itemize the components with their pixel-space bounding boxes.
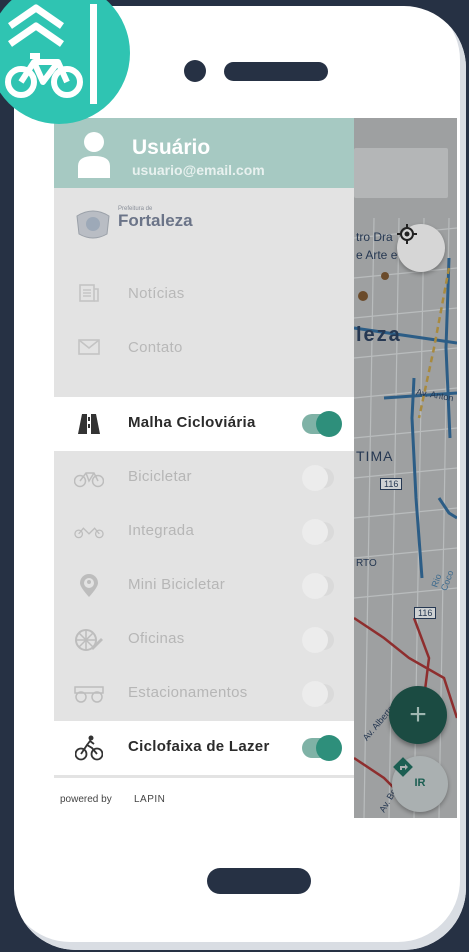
directions-icon (393, 757, 413, 777)
layer-oficinas[interactable]: Oficinas (54, 613, 354, 667)
layer-toggle[interactable] (302, 519, 334, 545)
news-icon (76, 280, 102, 306)
layer-integrada[interactable]: Integrada (54, 505, 354, 559)
layer-toggle[interactable] (302, 627, 334, 653)
speaker-slot (224, 62, 328, 81)
app-badge (0, 0, 130, 124)
layer-label: Malha Cicloviária (128, 414, 256, 431)
my-location-button[interactable] (397, 224, 445, 272)
phone-frame: tro Dra e Arte e leza Av. Anton TIMA 116… (14, 6, 466, 950)
bike-lane-icon (5, 4, 97, 104)
bike-parking-icon (74, 680, 104, 708)
map-label: RTO (356, 558, 377, 569)
layer-toggle[interactable] (302, 411, 342, 437)
powered-by-footer: powered by LAPIN (54, 778, 354, 818)
city-logo: Prefeitura de Fortaleza (74, 206, 193, 242)
layer-label: Integrada (128, 522, 195, 539)
layer-label: Mini Bicicletar (128, 576, 226, 593)
layer-toggle[interactable] (302, 735, 342, 761)
powered-by-text: powered by (60, 794, 112, 805)
crosshair-icon (397, 224, 417, 244)
user-name: Usuário (132, 136, 211, 159)
avatar (78, 132, 110, 178)
layer-toggle[interactable] (302, 573, 334, 599)
layer-ciclofaixa-lazer[interactable]: Ciclofaixa de Lazer (54, 721, 354, 775)
add-button[interactable]: + (389, 686, 447, 744)
map-label: e Arte e (356, 248, 398, 262)
directions-button[interactable]: IR (392, 756, 448, 812)
menu-item-label: Contato (128, 338, 183, 356)
layer-label: Estacionamentos (128, 684, 248, 701)
menu-item-noticias[interactable]: Notícias (54, 266, 354, 320)
layer-label: Ciclofaixa de Lazer (128, 738, 270, 755)
city-seal-icon (76, 210, 110, 239)
brand-logo: LAPIN (134, 794, 166, 805)
navigation-drawer: Usuário usuario@email.com Prefeitura de … (54, 118, 354, 818)
layer-label: Oficinas (128, 630, 185, 647)
map-label: TIMA (356, 448, 394, 464)
layer-toggle[interactable] (302, 465, 334, 491)
map-pin-kid-icon (74, 572, 104, 600)
cyclist-icon (74, 734, 104, 762)
layer-malha-cicloviaria[interactable]: Malha Cicloviária (54, 397, 354, 451)
map-label: tro Dra (356, 230, 393, 244)
layer-estacionamentos[interactable]: Estacionamentos (54, 667, 354, 721)
layer-bicicletar[interactable]: Bicicletar (54, 451, 354, 505)
layer-mini-bicicletar[interactable]: Mini Bicicletar (54, 559, 354, 613)
layer-label: Bicicletar (128, 468, 192, 485)
menu-item-contato[interactable]: Contato (54, 320, 354, 374)
layer-toggle[interactable] (302, 681, 334, 707)
drawer-header: Usuário usuario@email.com (54, 118, 354, 188)
logo-text: Fortaleza (118, 211, 193, 230)
map-label: leza (356, 324, 402, 346)
map-label: 116 (380, 478, 403, 490)
home-button[interactable] (207, 868, 311, 894)
mail-icon (76, 334, 102, 360)
user-email: usuario@email.com (132, 162, 265, 178)
map-label: 116 (414, 607, 437, 619)
camera-dot (184, 60, 206, 82)
directions-label: IR (414, 777, 426, 789)
app-screen: tro Dra e Arte e leza Av. Anton TIMA 116… (54, 118, 457, 818)
wrench-wheel-icon (74, 626, 104, 654)
map-search-box[interactable] (354, 148, 448, 198)
tandem-bike-icon (74, 518, 104, 546)
road-icon (74, 410, 104, 438)
menu-item-label: Notícias (128, 284, 185, 302)
bicycle-icon (74, 464, 104, 492)
